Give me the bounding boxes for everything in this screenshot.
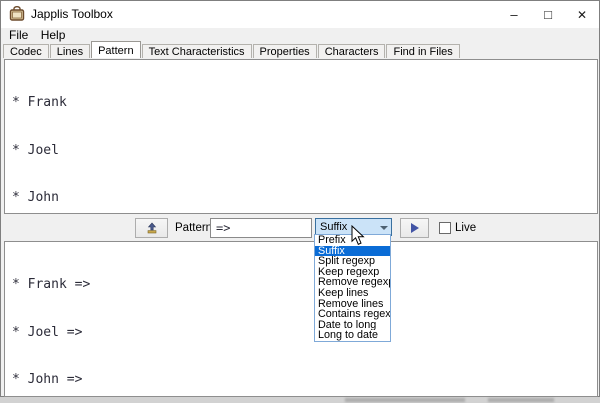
input-line: * Joel [12, 142, 59, 158]
maximize-icon[interactable]: □ [531, 1, 565, 28]
tab-pattern[interactable]: Pattern [91, 41, 141, 58]
copy-output-to-input-button[interactable] [135, 218, 168, 238]
tabbar: Codec Lines Pattern Text Characteristics… [1, 41, 599, 58]
app-window: Japplis Toolbox – □ ✕ File Help Codec Li… [0, 0, 600, 397]
mouse-cursor [351, 225, 365, 245]
output-line: * Frank => [12, 277, 91, 293]
titlebar[interactable]: Japplis Toolbox – □ ✕ [1, 1, 599, 28]
menu-help[interactable]: Help [41, 28, 66, 42]
background-artifact [488, 398, 554, 402]
combobox-value: Suffix [320, 221, 348, 233]
input-textarea[interactable]: * Frank * Joel * John * Jonas * Jonathan… [4, 59, 598, 214]
dropdown-item-remove-regexp[interactable]: Remove regexp [315, 277, 390, 288]
input-line: * Frank [12, 95, 67, 111]
tab-lines[interactable]: Lines [49, 44, 91, 58]
dropdown-item-keep-regexp[interactable]: Keep regexp [315, 267, 390, 278]
pattern-toolbar: Pattern: Suffix Live [2, 214, 598, 241]
dropdown-item-split-regexp[interactable]: Split regexp [315, 256, 390, 267]
window-title: Japplis Toolbox [31, 7, 113, 21]
play-icon [410, 223, 419, 233]
run-button[interactable] [400, 218, 429, 238]
action-dropdown-list: Prefix Suffix Split regexp Keep regexp R… [314, 234, 391, 342]
minimize-icon[interactable]: – [497, 1, 531, 28]
output-line: * Joel => [12, 324, 83, 340]
tab-codec[interactable]: Codec [3, 44, 49, 58]
dropdown-item-suffix[interactable]: Suffix [315, 245, 390, 257]
dropdown-item-long-to-date[interactable]: Long to date [315, 330, 390, 341]
dropdown-item-date-to-long[interactable]: Date to long [315, 320, 390, 331]
arrow-up-icon [147, 222, 156, 234]
live-label: Live [455, 222, 477, 234]
background-artifact [345, 398, 465, 402]
tab-characters[interactable]: Characters [317, 44, 386, 58]
tab-find-in-files[interactable]: Find in Files [386, 44, 460, 58]
output-textarea[interactable]: * Frank => * Joel => * John => * Jonas =… [4, 241, 598, 397]
dropdown-item-contains-regexp[interactable]: Contains regexp [315, 309, 390, 320]
close-icon[interactable]: ✕ [565, 1, 599, 28]
menu-file[interactable]: File [9, 28, 28, 42]
desktop-background-strip [0, 397, 600, 403]
chevron-down-icon [380, 226, 388, 230]
output-line: * John => [12, 371, 83, 387]
screen: Japplis Toolbox – □ ✕ File Help Codec Li… [0, 0, 600, 403]
live-checkbox[interactable] [439, 222, 451, 234]
toolbox-app-icon [9, 6, 25, 21]
dropdown-item-keep-lines[interactable]: Keep lines [315, 288, 390, 299]
menubar: File Help [1, 28, 599, 42]
input-line: * John [12, 189, 59, 205]
tab-text-characteristics[interactable]: Text Characteristics [141, 44, 252, 58]
tab-properties[interactable]: Properties [252, 44, 317, 58]
dropdown-item-remove-lines[interactable]: Remove lines [315, 299, 390, 310]
window-controls: – □ ✕ [497, 1, 599, 28]
pattern-input[interactable] [210, 218, 312, 238]
